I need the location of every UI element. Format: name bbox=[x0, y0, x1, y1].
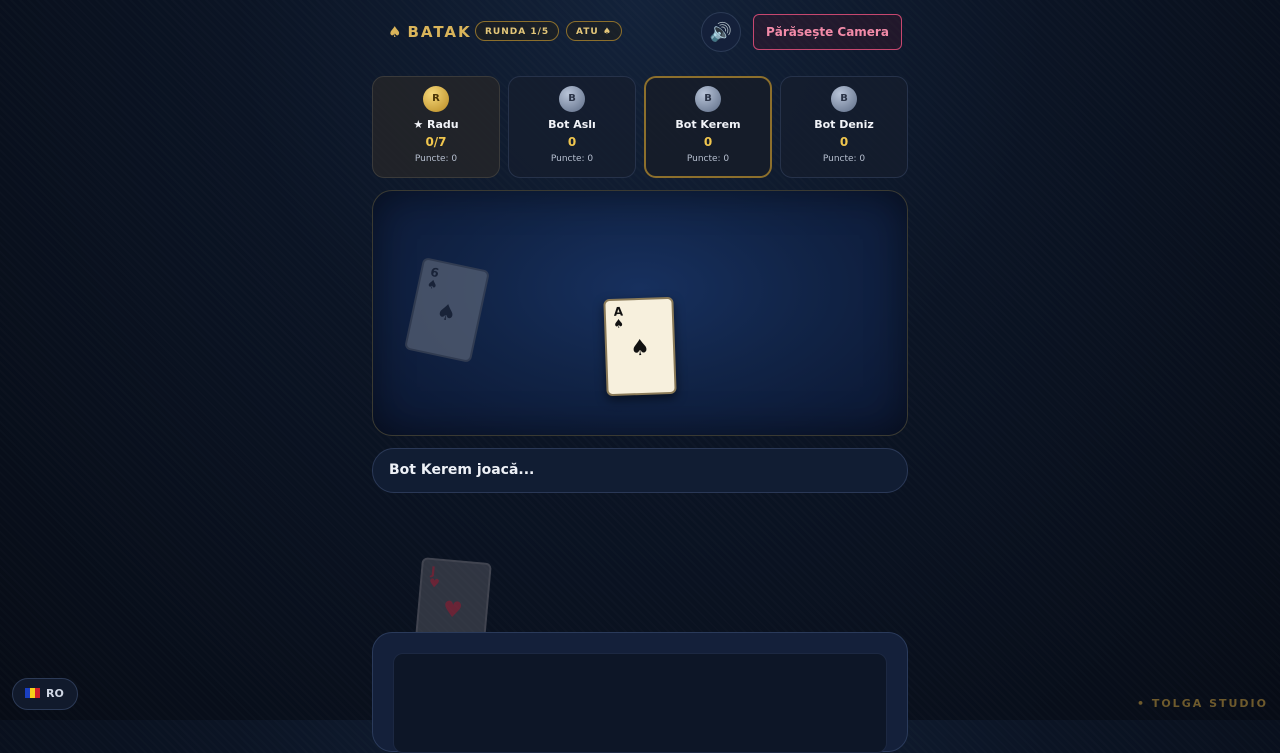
language-selector[interactable]: RO bbox=[12, 678, 78, 710]
avatar: R bbox=[423, 86, 449, 112]
player-points: Puncte: 0 bbox=[822, 154, 866, 164]
trump-badge: ATU ♠ bbox=[566, 21, 622, 41]
faded-played-card: 6 ♠ ♠ bbox=[403, 256, 491, 364]
avatar: B bbox=[559, 86, 585, 112]
heart-icon: ♥ bbox=[441, 597, 464, 624]
top-bar: ♠ BATAK RUNDA 1/5 ATU ♠ 🔊 Părăsește Camer… bbox=[372, 12, 908, 52]
player-score: 0 bbox=[839, 135, 849, 149]
heart-icon: ♥ bbox=[428, 575, 441, 591]
romania-flag-icon bbox=[25, 688, 40, 698]
avatar: B bbox=[831, 86, 857, 112]
player-name: Bot Deniz bbox=[814, 118, 874, 131]
spade-icon: ♠ bbox=[612, 316, 625, 331]
player-score: 0 bbox=[567, 135, 577, 149]
avatar: B bbox=[695, 86, 721, 112]
spade-icon: ♠ bbox=[425, 276, 440, 293]
player-points: Puncte: 0 bbox=[414, 154, 458, 164]
studio-credit: • TOLGA STUDIO bbox=[1136, 697, 1268, 710]
player-name: ★ Radu bbox=[413, 118, 459, 131]
player-hand-panel bbox=[372, 632, 908, 753]
game-title: BATAK bbox=[407, 23, 472, 41]
card-table: 6 ♠ ♠ A ♠ ♠ bbox=[372, 190, 908, 436]
spade-icon: ♠ bbox=[388, 23, 404, 41]
status-message: Bot Kerem joacă... bbox=[372, 448, 908, 493]
spade-icon: ♠ bbox=[629, 335, 651, 362]
language-code: RO bbox=[46, 687, 64, 700]
spade-icon: ♠ bbox=[434, 299, 459, 328]
played-card: A ♠ ♠ bbox=[603, 296, 677, 397]
player-card-bot-deniz: B Bot Deniz 0 Puncte: 0 bbox=[780, 76, 908, 178]
leave-room-button[interactable]: Părăsește Camera bbox=[753, 14, 902, 50]
game-logo: ♠ BATAK bbox=[388, 23, 472, 41]
round-badge: RUNDA 1/5 bbox=[475, 21, 560, 41]
player-score: 0/7 bbox=[425, 135, 447, 149]
sound-toggle-button[interactable]: 🔊 bbox=[701, 12, 741, 52]
speaker-icon: 🔊 bbox=[709, 21, 733, 43]
player-panel: R ★ Radu 0/7 Puncte: 0 B Bot Aslı 0 Punc… bbox=[372, 76, 908, 178]
hand-card-area bbox=[393, 653, 887, 753]
player-card-bot-kerem: B Bot Kerem 0 Puncte: 0 bbox=[644, 76, 772, 178]
player-card-bot-asli: B Bot Aslı 0 Puncte: 0 bbox=[508, 76, 636, 178]
player-points: Puncte: 0 bbox=[686, 154, 730, 164]
player-points: Puncte: 0 bbox=[550, 154, 594, 164]
player-card-radu: R ★ Radu 0/7 Puncte: 0 bbox=[372, 76, 500, 178]
player-name: Bot Aslı bbox=[548, 118, 596, 131]
player-name: Bot Kerem bbox=[675, 118, 741, 131]
player-score: 0 bbox=[703, 135, 713, 149]
